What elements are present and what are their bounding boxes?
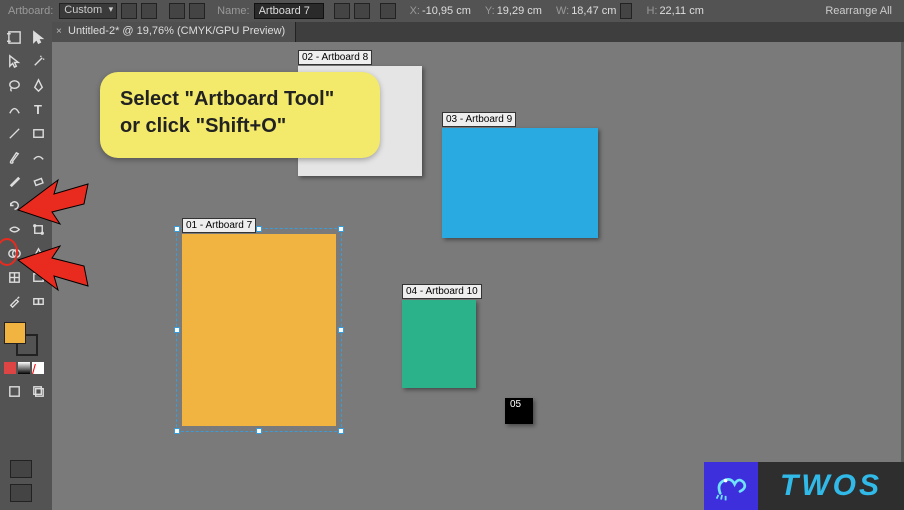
rearrange-all-button[interactable]: Rearrange All bbox=[825, 5, 892, 17]
artboard-label: 04 - Artboard 10 bbox=[402, 284, 482, 299]
none-mode-icon[interactable]: / bbox=[32, 362, 44, 374]
watermark-text: TWOS bbox=[758, 462, 904, 510]
h-label: H: bbox=[646, 5, 657, 17]
selection-tool[interactable] bbox=[26, 26, 50, 48]
artboard-9[interactable]: 03 - Artboard 9 bbox=[442, 128, 598, 238]
close-tab-icon[interactable]: × bbox=[56, 26, 62, 37]
edit-toolbar-icon[interactable] bbox=[10, 484, 32, 502]
artboard-10[interactable]: 04 - Artboard 10 bbox=[402, 300, 476, 388]
screen-mode-icon[interactable] bbox=[10, 460, 32, 478]
registration-point-icon[interactable] bbox=[380, 3, 396, 19]
orientation-landscape-icon[interactable] bbox=[141, 3, 157, 19]
w-value[interactable]: 18,47 cm bbox=[571, 5, 616, 17]
resize-handle-n[interactable] bbox=[256, 226, 262, 232]
magic-wand-tool[interactable] bbox=[26, 50, 50, 72]
lasso-tool[interactable] bbox=[2, 74, 26, 96]
callout-line1: Select "Artboard Tool" bbox=[120, 86, 360, 113]
tutorial-callout: Select "Artboard Tool" or click "Shift+O… bbox=[100, 72, 380, 158]
x-value[interactable]: -10,95 cm bbox=[422, 5, 471, 17]
preset-dropdown[interactable]: Custom bbox=[59, 3, 117, 19]
y-label: Y: bbox=[485, 5, 495, 17]
preset-label: Artboard: bbox=[8, 5, 53, 17]
resize-handle-ne[interactable] bbox=[338, 226, 344, 232]
type-tool[interactable]: T bbox=[26, 98, 50, 120]
artboard-options-bar: Artboard: Custom Name: X: -10,95 cm Y: 1… bbox=[0, 0, 904, 22]
artboard-label: 02 - Artboard 8 bbox=[298, 50, 372, 65]
drawing-mode-behind-icon[interactable] bbox=[26, 380, 50, 402]
artboard-label: 05 bbox=[507, 398, 524, 411]
drawing-mode-normal-icon[interactable] bbox=[2, 380, 26, 402]
document-tab[interactable]: × Untitled-2* @ 19,76% (CMYK/GPU Preview… bbox=[52, 22, 296, 42]
resize-handle-nw[interactable] bbox=[174, 226, 180, 232]
direct-selection-tool[interactable] bbox=[2, 50, 26, 72]
artboard-name-input[interactable] bbox=[254, 3, 324, 19]
callout-line2: or click "Shift+O" bbox=[120, 113, 360, 140]
artboard-options-icon[interactable] bbox=[354, 3, 370, 19]
link-dimensions-icon[interactable] bbox=[620, 3, 632, 19]
annotation-arrow-upper bbox=[18, 160, 88, 230]
resize-handle-e[interactable] bbox=[338, 327, 344, 333]
gradient-mode-icon[interactable] bbox=[18, 362, 30, 374]
document-tab-title: Untitled-2* @ 19,76% (CMYK/GPU Preview) bbox=[68, 25, 285, 37]
resize-handle-sw[interactable] bbox=[174, 428, 180, 434]
resize-handle-w[interactable] bbox=[174, 327, 180, 333]
h-value[interactable]: 22,11 cm bbox=[659, 5, 703, 17]
document-tab-bar: × Untitled-2* @ 19,76% (CMYK/GPU Preview… bbox=[52, 22, 904, 42]
name-label: Name: bbox=[217, 5, 249, 17]
pen-tool[interactable] bbox=[26, 74, 50, 96]
orientation-portrait-icon[interactable] bbox=[121, 3, 137, 19]
color-swatches: / bbox=[4, 322, 48, 374]
watermark-logo-icon bbox=[704, 462, 758, 510]
artboard-5[interactable]: 05 bbox=[505, 398, 533, 424]
watermark: TWOS bbox=[704, 462, 904, 510]
line-tool[interactable] bbox=[2, 122, 26, 144]
fill-swatch[interactable] bbox=[4, 322, 26, 344]
x-label: X: bbox=[410, 5, 420, 17]
color-mode-icon[interactable] bbox=[4, 362, 16, 374]
artboard-7[interactable]: 01 - Artboard 7 bbox=[182, 234, 336, 426]
artboard-tool[interactable] bbox=[2, 26, 26, 48]
resize-handle-s[interactable] bbox=[256, 428, 262, 434]
w-label: W: bbox=[556, 5, 569, 17]
delete-artboard-icon[interactable] bbox=[189, 3, 205, 19]
artboard-label: 01 - Artboard 7 bbox=[182, 218, 256, 233]
fill-stroke-swatch[interactable] bbox=[4, 322, 38, 356]
rectangle-tool[interactable] bbox=[26, 122, 50, 144]
resize-handle-se[interactable] bbox=[338, 428, 344, 434]
move-artwork-toggle-icon[interactable] bbox=[334, 3, 350, 19]
y-value[interactable]: 19,29 cm bbox=[497, 5, 542, 17]
artboard-label: 03 - Artboard 9 bbox=[442, 112, 516, 127]
new-artboard-icon[interactable] bbox=[169, 3, 185, 19]
annotation-arrow-lower bbox=[18, 240, 88, 310]
curvature-tool[interactable] bbox=[2, 98, 26, 120]
